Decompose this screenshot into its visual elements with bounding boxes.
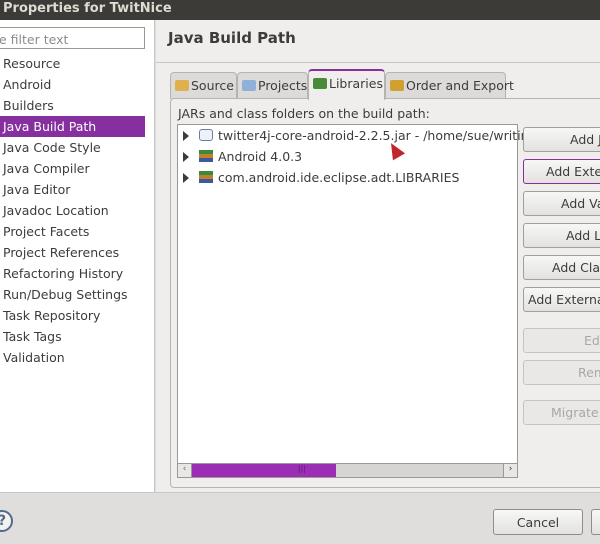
tab-label: Projects bbox=[258, 78, 308, 93]
scroll-left-button[interactable]: ‹ bbox=[178, 464, 192, 477]
tab-label: Source bbox=[191, 78, 234, 93]
expand-icon[interactable] bbox=[183, 131, 189, 141]
entry-label: twitter4j-core-android-2.2.5.jar - /home… bbox=[218, 128, 553, 143]
sidebar-item[interactable]: Java Code Style bbox=[0, 137, 145, 158]
divider bbox=[156, 62, 600, 63]
side-button: Migrate . bbox=[523, 400, 600, 425]
side-button[interactable]: Add J bbox=[523, 127, 600, 152]
libraries-icon bbox=[313, 78, 327, 89]
jar-icon bbox=[199, 129, 213, 141]
sidebar-item[interactable]: Builders bbox=[0, 95, 145, 116]
entry-label: Android 4.0.3 bbox=[218, 149, 303, 164]
footer: ? Cancel bbox=[0, 492, 600, 544]
scrollbar-thumb[interactable]: ||| bbox=[192, 464, 336, 477]
main-panel: Java Build Path Source Projects Libraries O… bbox=[156, 20, 600, 492]
sidebar-item[interactable]: Resource bbox=[0, 53, 145, 74]
side-button[interactable]: Add Li bbox=[523, 223, 600, 248]
source-folder-icon bbox=[175, 80, 189, 91]
tab-libraries[interactable]: Libraries bbox=[308, 69, 385, 100]
side-button[interactable]: Add External bbox=[523, 287, 600, 312]
tree-row[interactable]: com.android.ide.eclipse.adt.LIBRARIES bbox=[178, 168, 459, 188]
window-title: Properties for TwitNice bbox=[0, 0, 600, 20]
entry-label: com.android.ide.eclipse.adt.LIBRARIES bbox=[218, 170, 460, 185]
side-button[interactable]: Add Class bbox=[523, 255, 600, 280]
help-icon[interactable]: ? bbox=[0, 510, 13, 532]
sidebar-item[interactable]: Java Compiler bbox=[0, 158, 145, 179]
tab-source[interactable]: Source bbox=[170, 72, 237, 99]
tab-label: Order and Export bbox=[406, 78, 514, 93]
cancel-button[interactable]: Cancel bbox=[493, 509, 583, 535]
expand-icon[interactable] bbox=[183, 152, 189, 162]
tree-row[interactable]: Android 4.0.3 bbox=[178, 147, 302, 167]
library-icon bbox=[199, 150, 213, 162]
sidebar-item[interactable]: Javadoc Location bbox=[0, 200, 145, 221]
sidebar-item[interactable]: Task Repository bbox=[0, 305, 145, 326]
tree-row[interactable]: twitter4j-core-android-2.2.5.jar - /home… bbox=[178, 126, 553, 146]
filter-input[interactable] bbox=[0, 27, 145, 49]
side-button[interactable]: Add Exter bbox=[523, 159, 600, 184]
side-button: Ed bbox=[523, 328, 600, 353]
tab-projects[interactable]: Projects bbox=[237, 72, 308, 99]
ok-button[interactable] bbox=[591, 509, 600, 535]
expand-icon[interactable] bbox=[183, 173, 189, 183]
page-title: Java Build Path bbox=[168, 29, 296, 47]
sidebar: ResourceAndroidBuildersJava Build PathJa… bbox=[0, 20, 155, 492]
horizontal-scrollbar[interactable]: ‹ ||| › bbox=[177, 463, 518, 478]
sidebar-item[interactable]: Task Tags bbox=[0, 326, 145, 347]
sidebar-item[interactable]: Validation bbox=[0, 347, 145, 368]
projects-folder-icon bbox=[242, 80, 256, 91]
sidebar-item[interactable]: Project References bbox=[0, 242, 145, 263]
side-button: Rem bbox=[523, 360, 600, 385]
sidebar-item[interactable]: Java Editor bbox=[0, 179, 145, 200]
sidebar-item[interactable]: Project Facets bbox=[0, 221, 145, 242]
sidebar-item[interactable]: Java Build Path bbox=[0, 116, 145, 137]
tab-label: Libraries bbox=[329, 76, 383, 91]
sidebar-item[interactable]: Run/Debug Settings bbox=[0, 284, 145, 305]
sidebar-item[interactable]: Android bbox=[0, 74, 145, 95]
build-path-tree[interactable]: twitter4j-core-android-2.2.5.jar - /home… bbox=[177, 124, 553, 464]
list-label: JARs and class folders on the build path… bbox=[178, 106, 430, 121]
tab-order-and-export[interactable]: Order and Export bbox=[385, 72, 514, 99]
sidebar-item[interactable]: Refactoring History bbox=[0, 263, 145, 284]
order-export-icon bbox=[390, 80, 404, 91]
scroll-right-button[interactable]: › bbox=[503, 464, 517, 477]
library-icon bbox=[199, 171, 213, 183]
side-button[interactable]: Add Va bbox=[523, 191, 600, 216]
